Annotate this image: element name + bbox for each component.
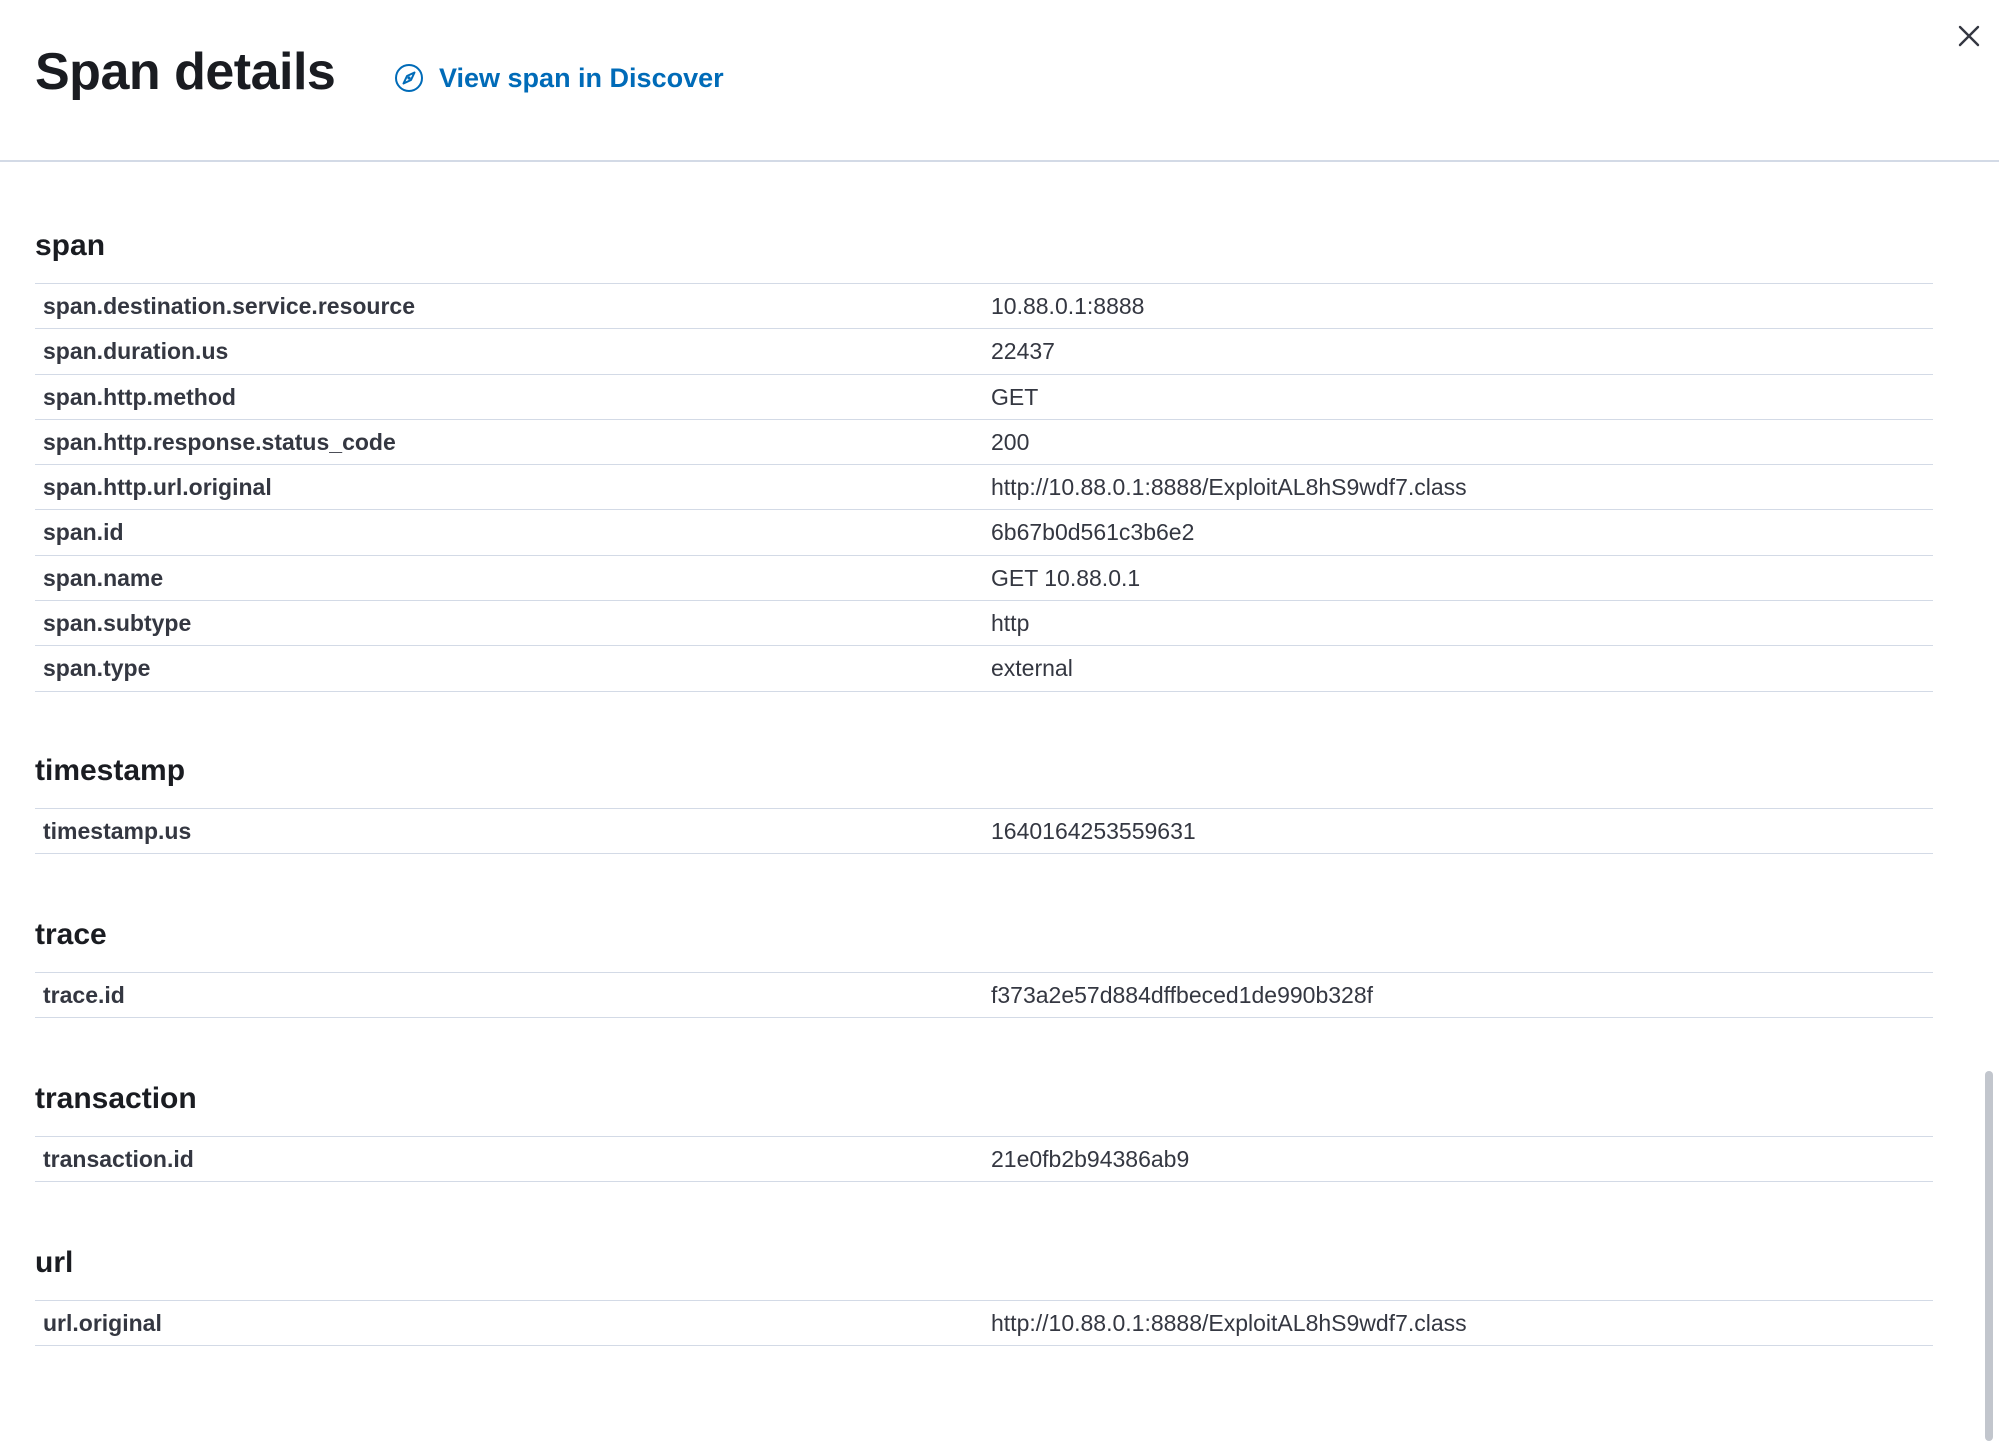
row-value: 1640164253559631 — [991, 818, 1196, 844]
row-value: GET — [991, 383, 1039, 410]
row-key: span.duration.us — [43, 338, 229, 365]
row-value: http — [991, 610, 1030, 637]
table-row: span.subtype http — [35, 601, 1933, 647]
section-title-trace: trace — [35, 918, 107, 951]
table-row: transaction.id 21e0fb2b94386ab9 — [35, 1137, 1933, 1183]
row-key: span.type — [43, 655, 151, 682]
table-row: span.http.method GET — [35, 375, 1933, 420]
table-row: url.original http://10.88.0.1:8888/Explo… — [35, 1301, 1933, 1347]
row-value: f373a2e57d884dffbeced1de990b328f — [991, 982, 1374, 1008]
row-value: GET 10.88.0.1 — [991, 564, 1141, 591]
metadata-table-trace: trace.id f373a2e57d884dffbeced1de990b328… — [35, 972, 1933, 1019]
row-key: span.http.response.status_code — [43, 428, 396, 455]
table-row: span.http.response.status_code 200 — [35, 420, 1933, 466]
row-key: transaction.id — [43, 1146, 194, 1172]
table-row: span.name GET 10.88.0.1 — [35, 556, 1933, 602]
close-button[interactable] — [1953, 20, 1985, 52]
row-value: 200 — [991, 428, 1030, 455]
table-row: timestamp.us 1640164253559631 — [35, 809, 1933, 855]
metadata-table-url: url.original http://10.88.0.1:8888/Explo… — [35, 1300, 1933, 1347]
table-row: span.duration.us 22437 — [35, 329, 1933, 375]
row-value: http://10.88.0.1:8888/ExploitAL8hS9wdf7.… — [991, 474, 1467, 501]
metadata-table-timestamp: timestamp.us 1640164253559631 — [35, 808, 1933, 855]
table-row: span.type external — [35, 646, 1933, 692]
row-key: url.original — [43, 1310, 162, 1336]
row-key: span.http.method — [43, 383, 236, 410]
table-row: span.destination.service.resource 10.88.… — [35, 284, 1933, 330]
table-row: trace.id f373a2e57d884dffbeced1de990b328… — [35, 973, 1933, 1019]
row-key: span.destination.service.resource — [43, 293, 415, 319]
close-icon — [1958, 25, 1980, 47]
table-row: span.id 6b67b0d561c3b6e2 — [35, 510, 1933, 556]
row-value: 10.88.0.1:8888 — [991, 293, 1145, 319]
metadata-table-span: span.destination.service.resource 10.88.… — [35, 283, 1933, 692]
flyout-header: Span details View span in Discover — [0, 0, 1999, 162]
row-key: span.http.url.original — [43, 474, 272, 501]
row-key: span.id — [43, 519, 124, 546]
view-in-discover-label: View span in Discover — [439, 62, 724, 93]
row-value: external — [991, 655, 1073, 682]
view-in-discover-link[interactable]: View span in Discover — [393, 62, 724, 94]
compass-icon — [393, 62, 425, 94]
row-value: http://10.88.0.1:8888/ExploitAL8hS9wdf7.… — [991, 1310, 1467, 1336]
row-value: 22437 — [991, 338, 1055, 365]
vertical-scrollbar[interactable] — [1985, 1071, 1993, 1441]
section-title-timestamp: timestamp — [35, 754, 186, 787]
row-value: 6b67b0d561c3b6e2 — [991, 519, 1195, 546]
row-key: timestamp.us — [43, 818, 192, 844]
section-title-span: span — [35, 229, 106, 262]
section-title-url: url — [35, 1246, 74, 1279]
section-title-transaction: transaction — [35, 1082, 197, 1115]
row-key: span.name — [43, 564, 164, 591]
metadata-table-transaction: transaction.id 21e0fb2b94386ab9 — [35, 1136, 1933, 1183]
row-value: 21e0fb2b94386ab9 — [991, 1146, 1190, 1172]
table-row: span.http.url.original http://10.88.0.1:… — [35, 465, 1933, 511]
span-details-flyout: Span details View span in Discover span … — [0, 0, 1999, 1449]
row-key: trace.id — [43, 982, 125, 1008]
row-key: span.subtype — [43, 610, 192, 637]
page-title: Span details — [35, 43, 336, 101]
